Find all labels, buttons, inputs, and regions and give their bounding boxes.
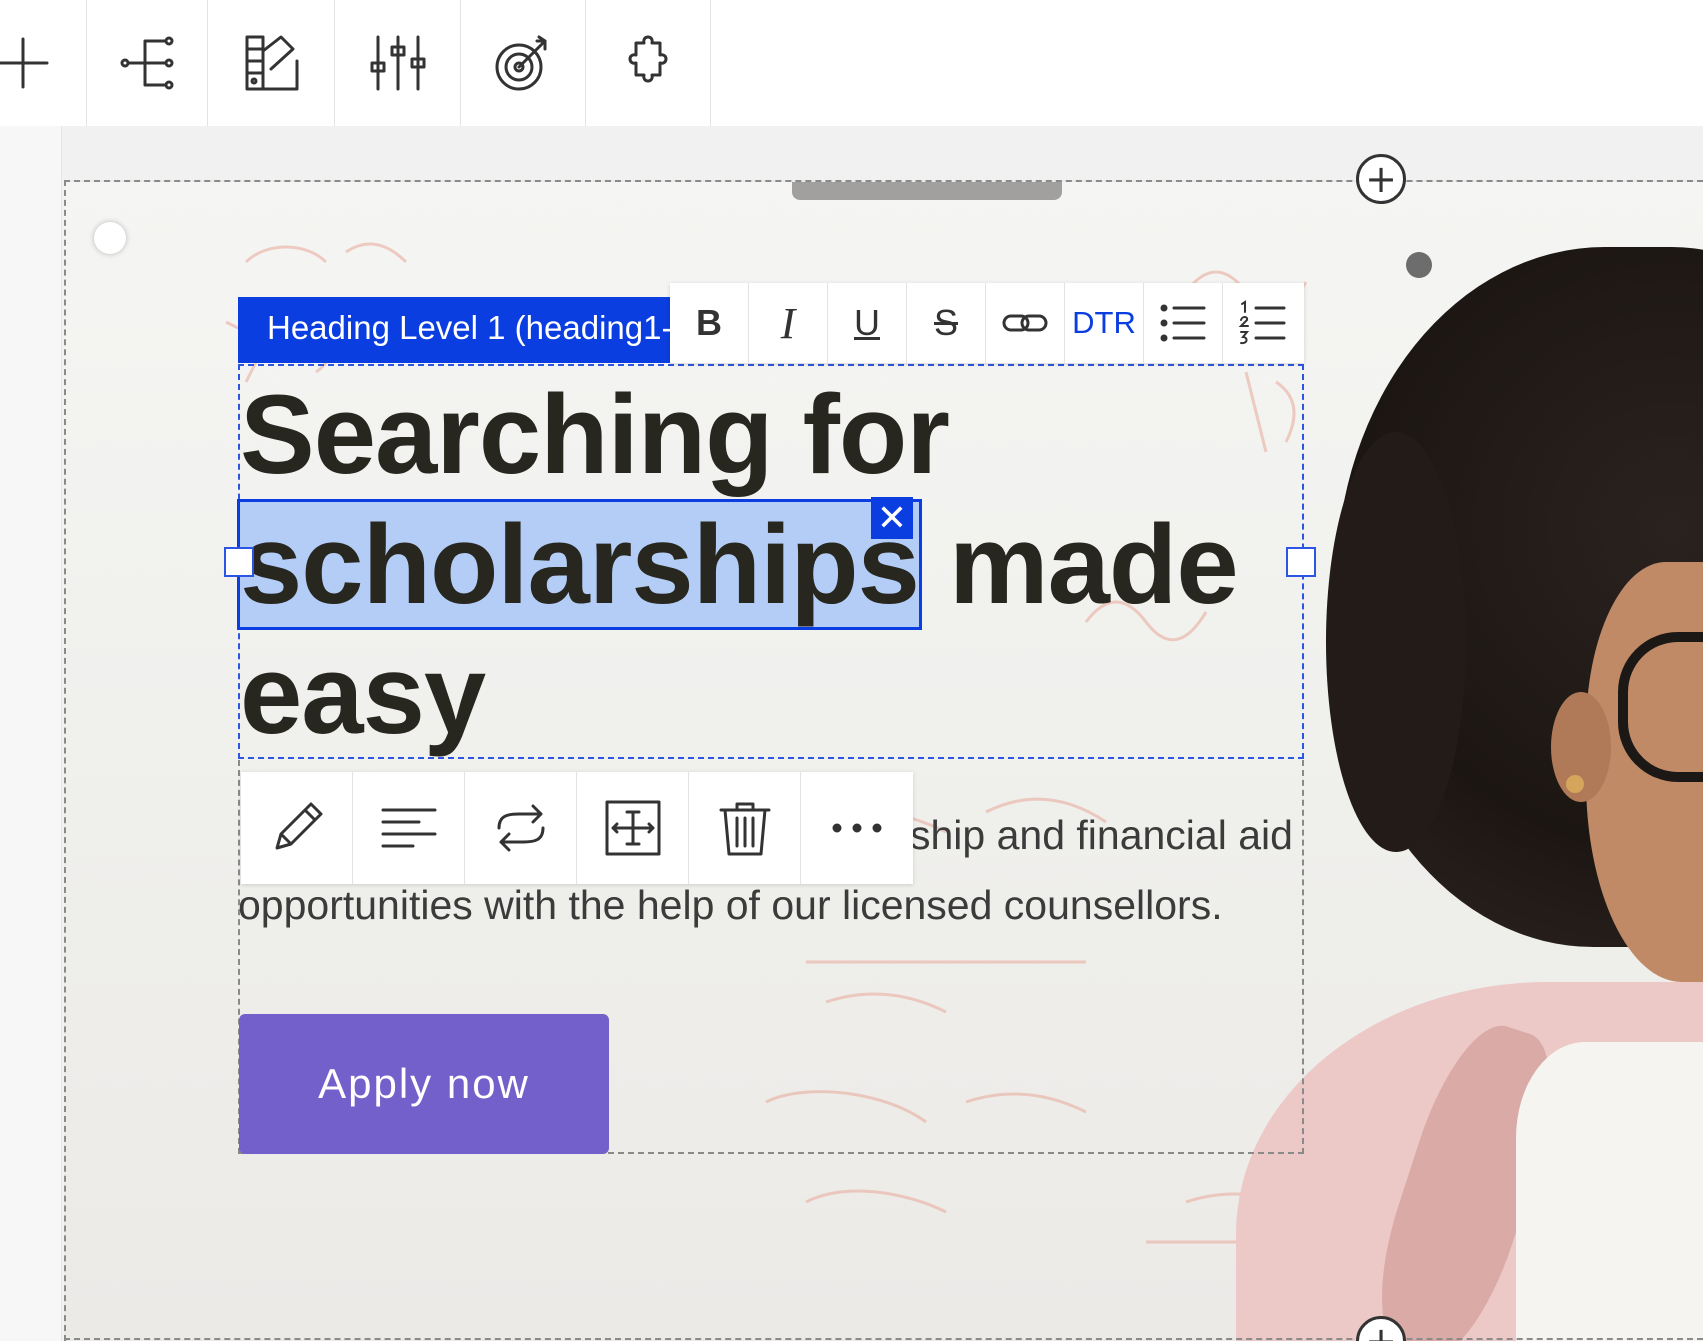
- spacing-button[interactable]: [577, 772, 689, 884]
- top-toolbar: [0, 0, 1703, 126]
- plus-icon: +: [1365, 157, 1397, 201]
- link-icon: [1002, 314, 1048, 332]
- spacing-icon: [605, 800, 660, 856]
- align-button[interactable]: [353, 772, 465, 884]
- italic-button[interactable]: I: [749, 283, 828, 363]
- photo-person-earring: [1566, 775, 1584, 793]
- canvas-gutter: [0, 126, 62, 1341]
- swap-arrows-icon: [497, 804, 544, 852]
- more-options-button[interactable]: [801, 772, 913, 884]
- heading-line3: easy: [240, 632, 486, 757]
- settings-sliders-icon: [370, 35, 425, 91]
- page-heading[interactable]: Searching for scholarships made easy: [237, 370, 1300, 760]
- resize-handle-left[interactable]: [224, 547, 254, 577]
- apply-now-button[interactable]: Apply now: [239, 1014, 609, 1154]
- whiteboard-eraser: [792, 182, 1062, 200]
- theme-editor-icon: [245, 35, 299, 91]
- hero-section-outline: [64, 1338, 1703, 1340]
- navigator-button[interactable]: [87, 0, 208, 126]
- numbered-list-button[interactable]: [1223, 283, 1302, 363]
- selected-text[interactable]: scholarships: [237, 499, 922, 630]
- canvas-top-spacer: [62, 126, 1703, 180]
- align-left-icon: [381, 808, 436, 848]
- trash-icon: [719, 802, 770, 856]
- settings-button[interactable]: [335, 0, 461, 126]
- plus-icon: +: [1365, 1319, 1397, 1341]
- clear-selection-button[interactable]: ✕: [871, 497, 913, 539]
- element-action-toolbar: [241, 772, 913, 884]
- pencil-icon: [275, 802, 322, 850]
- element-type-label[interactable]: Heading Level 1 (heading1-s: [238, 297, 670, 363]
- resize-handle-right[interactable]: [1286, 547, 1316, 577]
- whiteboard-magnet: [1406, 252, 1432, 278]
- numbered-list-icon: [1238, 300, 1285, 345]
- plugins-button[interactable]: [586, 0, 711, 126]
- whiteboard-magnet: [94, 222, 126, 254]
- photo-person-glasses: [1618, 632, 1703, 782]
- strikethrough-button[interactable]: S: [907, 283, 986, 363]
- navigator-tree-icon: [120, 36, 174, 90]
- replace-button[interactable]: [465, 772, 577, 884]
- target-icon: [495, 35, 547, 91]
- goals-button[interactable]: [461, 0, 586, 126]
- add-section-above-button[interactable]: +: [1356, 154, 1406, 204]
- edit-button[interactable]: [241, 772, 353, 884]
- rich-text-toolbar: B I U S DTR: [670, 283, 1304, 363]
- text-direction-button[interactable]: DTR: [1065, 283, 1144, 363]
- link-button[interactable]: [986, 283, 1065, 363]
- theme-editor-button[interactable]: [208, 0, 335, 126]
- bold-button[interactable]: B: [670, 283, 749, 363]
- plus-icon: [0, 37, 49, 89]
- more-dots-icon: [832, 823, 882, 833]
- plugin-puzzle-icon: [628, 35, 668, 83]
- delete-button[interactable]: [689, 772, 801, 884]
- photo-person-hair: [1326, 432, 1466, 852]
- bullet-list-icon: [1160, 304, 1206, 342]
- bullet-list-button[interactable]: [1144, 283, 1223, 363]
- close-icon: ✕: [876, 497, 908, 539]
- heading-line1: Searching for: [240, 372, 950, 497]
- add-element-button[interactable]: [0, 0, 87, 126]
- photo-person-shirt: [1516, 1042, 1703, 1341]
- underline-button[interactable]: U: [828, 283, 907, 363]
- heading-line2: made: [918, 502, 1239, 627]
